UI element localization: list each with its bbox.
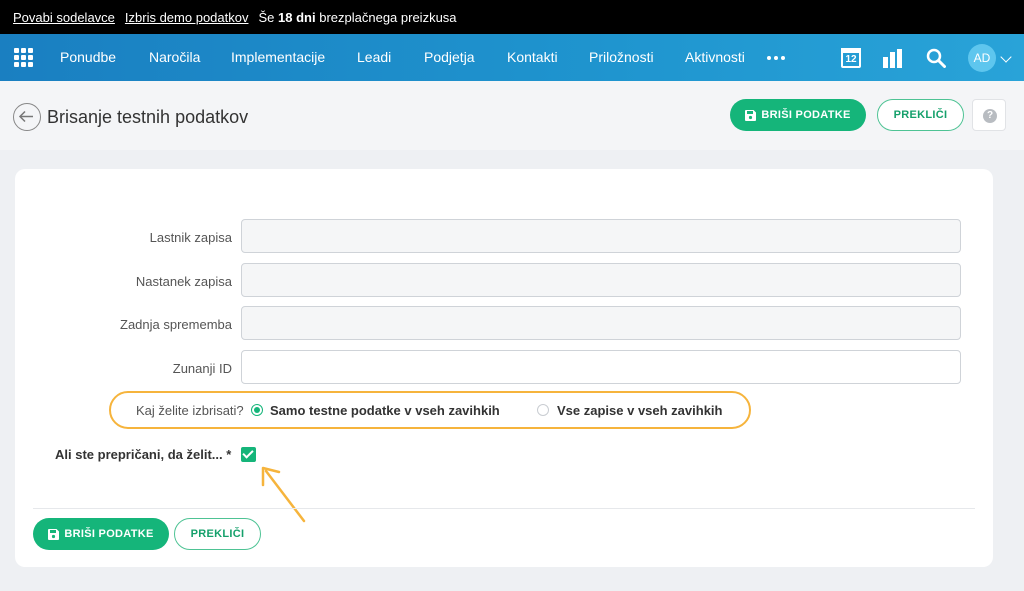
more-icon[interactable]	[767, 56, 785, 60]
field-label-external-id: Zunanji ID	[172, 361, 232, 376]
nav-item-implementacije[interactable]: Implementacije	[231, 49, 325, 65]
divider	[33, 508, 975, 509]
save-icon	[745, 109, 757, 121]
back-button[interactable]	[13, 103, 41, 131]
field-label-modified: Zadnja sprememba	[120, 317, 232, 332]
page-header: Brisanje testnih podatkov BRIŠI PODATKE …	[0, 81, 1024, 150]
annotation-arrow-icon	[261, 466, 306, 523]
nav-item-leadi[interactable]: Leadi	[357, 49, 391, 65]
delete-demo-data-link[interactable]: Izbris demo podatkov	[125, 10, 249, 25]
delete-scope-question: Kaj želite izbrisati?	[136, 403, 244, 418]
radio-test-data-only[interactable]	[251, 404, 263, 416]
cancel-button[interactable]: PREKLIČI	[877, 99, 964, 131]
nav-item-ponudbe[interactable]: Ponudbe	[60, 49, 116, 65]
confirm-label: Ali ste prepričani, da želit... *	[55, 447, 232, 462]
arrow-left-icon	[18, 110, 33, 123]
reports-icon[interactable]	[882, 49, 903, 68]
nav-item-podjetja[interactable]: Podjetja	[424, 49, 475, 65]
page-title: Brisanje testnih podatkov	[47, 107, 249, 127]
footer-cancel-button[interactable]: PREKLIČI	[174, 518, 261, 550]
owner-field[interactable]	[241, 219, 961, 253]
external-id-field[interactable]	[241, 350, 961, 384]
help-icon: ?	[983, 109, 997, 123]
help-button[interactable]: ?	[972, 99, 1006, 131]
app-grid-icon[interactable]	[14, 48, 33, 67]
main-nav: Ponudbe Naročila Implementacije Leadi Po…	[0, 34, 1024, 81]
trial-bar: Povabi sodelavce Izbris demo podatkov Še…	[0, 0, 1024, 34]
radio-label-test-data-only[interactable]: Samo testne podatke v vseh zavihkih	[270, 403, 500, 418]
nav-item-aktivnosti[interactable]: Aktivnosti	[685, 49, 745, 65]
delete-data-button[interactable]: BRIŠI PODATKE	[730, 99, 866, 131]
save-icon	[48, 528, 60, 540]
avatar[interactable]: AD	[968, 44, 996, 72]
calendar-icon[interactable]: 12	[841, 48, 861, 68]
search-icon[interactable]	[926, 48, 946, 68]
footer-delete-data-button[interactable]: BRIŠI PODATKE	[33, 518, 169, 550]
nav-item-kontakti[interactable]: Kontakti	[507, 49, 558, 65]
nav-item-narocila[interactable]: Naročila	[149, 49, 200, 65]
field-label-created: Nastanek zapisa	[135, 274, 232, 289]
invite-colleagues-link[interactable]: Povabi sodelavce	[13, 10, 115, 25]
trial-status: Še 18 dni brezplačnega preizkusa	[258, 9, 457, 25]
modified-field[interactable]	[241, 306, 961, 340]
created-field[interactable]	[241, 263, 961, 297]
radio-all-records[interactable]	[537, 404, 549, 416]
field-label-owner: Lastnik zapisa	[149, 230, 232, 245]
radio-label-all-records[interactable]: Vse zapise v vseh zavihkih	[557, 403, 722, 418]
nav-item-prilooznosti[interactable]: Priložnosti	[589, 49, 654, 65]
